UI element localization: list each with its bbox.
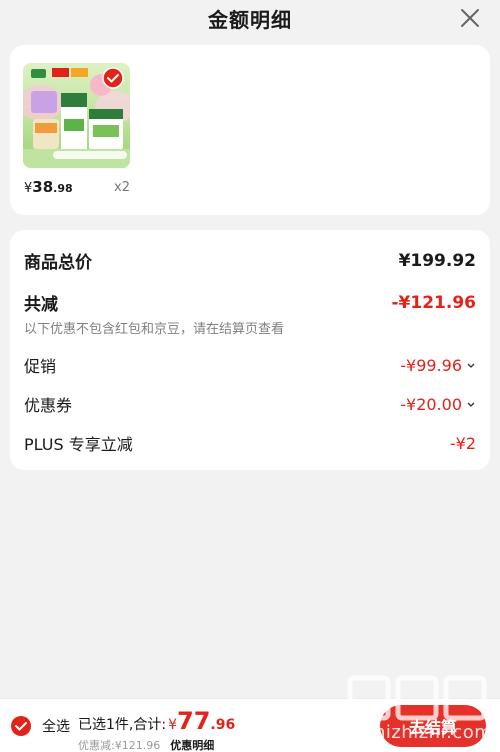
- price-decimal: .98: [53, 182, 73, 195]
- chevron-down-icon[interactable]: [466, 399, 476, 409]
- plus-discount-row: PLUS 专享立减 -¥2: [24, 431, 476, 455]
- chevron-down-icon[interactable]: [466, 360, 476, 370]
- promotion-value: -¥99.96: [400, 355, 462, 375]
- coupon-value: -¥20.00: [400, 394, 462, 414]
- select-all-label: 全选: [42, 719, 70, 735]
- coupon-value-wrap: -¥20.00: [400, 395, 476, 414]
- total-reduction-row: 共减 -¥121.96: [24, 290, 477, 316]
- close-icon[interactable]: [458, 6, 482, 30]
- total-price-label: 商品总价: [24, 253, 92, 273]
- amount-breakdown-card: 商品总价 ¥199.92 共减 -¥121.96 以下优惠不包含红包和京豆，请在…: [10, 230, 490, 470]
- coupon-row[interactable]: 优惠券 -¥20.00: [24, 392, 476, 416]
- selected-check-icon: [102, 67, 124, 89]
- header: 金额明细: [0, 0, 500, 36]
- total-reduction-value: -¥121.96: [391, 292, 477, 313]
- checkout-button[interactable]: 去结算: [380, 705, 486, 747]
- product-card: ¥ 38 .98 x2: [10, 45, 490, 215]
- discount-note: 以下优惠不包含红包和京豆，请在结算页查看: [24, 322, 285, 337]
- total-currency: ¥: [168, 717, 177, 733]
- promotion-value-wrap: -¥99.96: [400, 356, 476, 375]
- plus-discount-label: PLUS 专享立减: [24, 435, 133, 454]
- total-price-row: 商品总价 ¥199.92: [24, 248, 476, 274]
- promotion-row[interactable]: 促销 -¥99.96: [24, 353, 476, 377]
- total-price-value: ¥199.92: [398, 250, 476, 271]
- checkbox-checked-icon[interactable]: [10, 715, 32, 737]
- price-integer: 38: [32, 178, 54, 196]
- discount-amount: 优惠减:¥121.96: [78, 739, 161, 752]
- currency-symbol: ¥: [24, 181, 33, 196]
- plus-discount-value: -¥2: [449, 433, 476, 453]
- discount-detail-link[interactable]: 优惠明细: [170, 737, 214, 752]
- checkout-bar: 全选 已选1件,合计: ¥ 77 .96 优惠减:¥121.96 优惠明细 去结…: [0, 698, 500, 752]
- promotion-label: 促销: [24, 357, 57, 376]
- total-integer: 77: [177, 707, 211, 735]
- product-quantity: x2: [114, 180, 130, 195]
- page-title: 金额明细: [208, 7, 292, 32]
- selected-count-text: 已选1件,合计:: [78, 717, 167, 733]
- product-price: ¥ 38 .98: [24, 178, 73, 196]
- select-all-toggle[interactable]: 全选: [10, 715, 70, 737]
- order-total: 已选1件,合计: ¥ 77 .96: [78, 707, 235, 735]
- total-reduction-label: 共减: [24, 295, 58, 315]
- discount-summary: 优惠减:¥121.96 优惠明细: [78, 737, 214, 752]
- total-decimal: .96: [210, 717, 236, 733]
- coupon-label: 优惠券: [24, 396, 73, 415]
